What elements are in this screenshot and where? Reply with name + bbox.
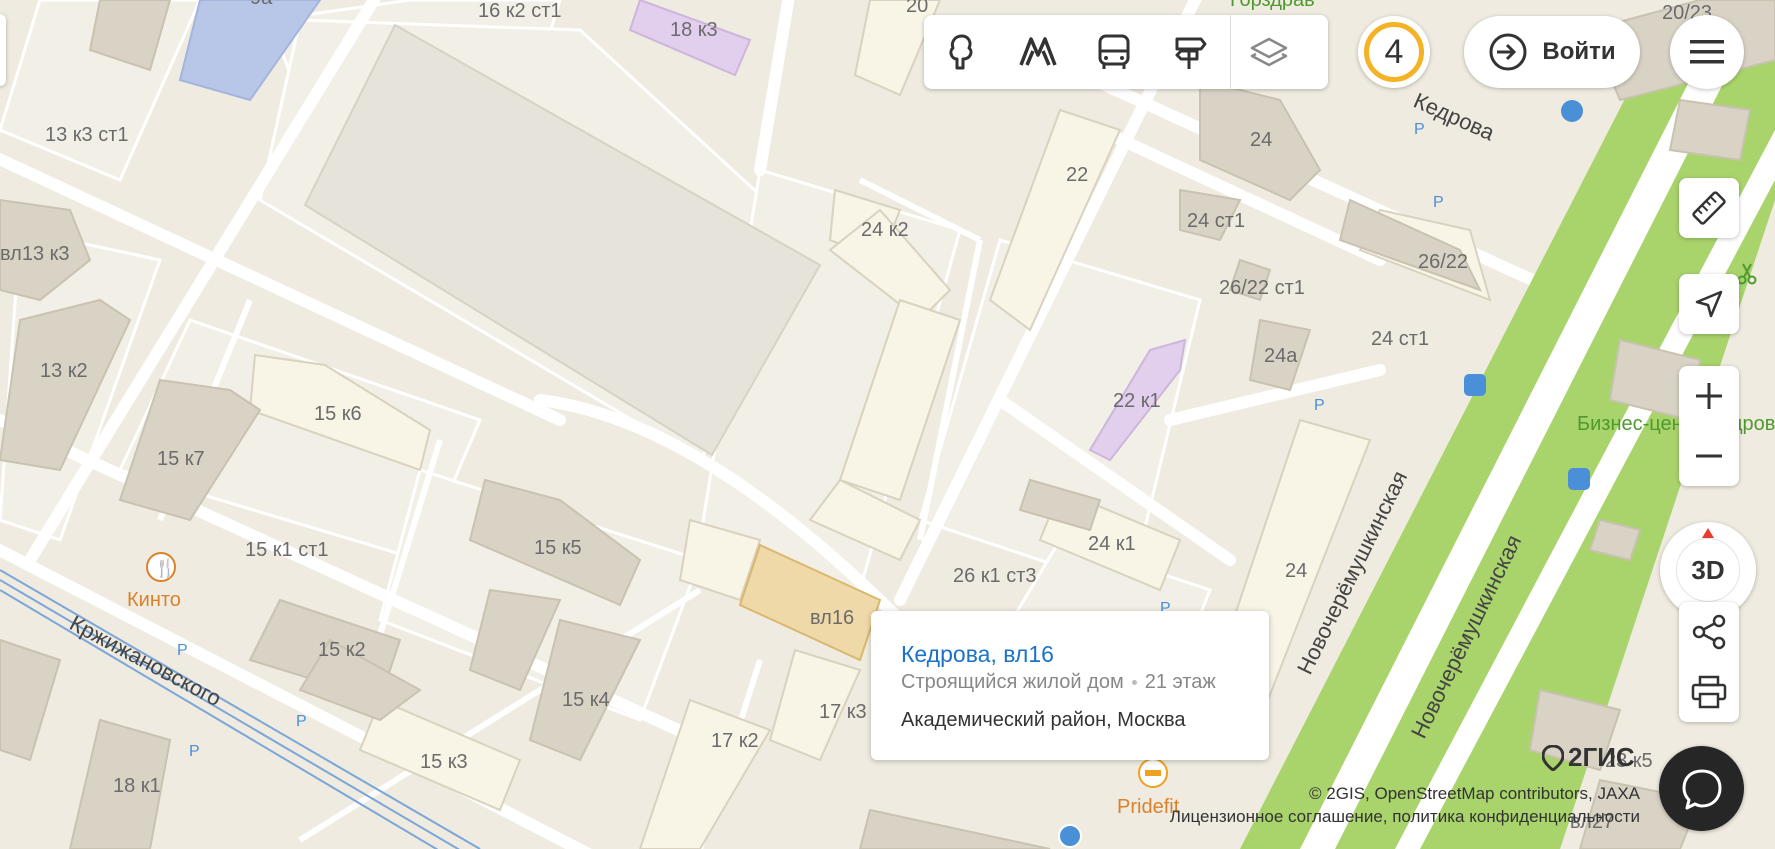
brand-logo: 2ГИС: [1542, 742, 1635, 773]
building-label: 24: [1285, 560, 1307, 582]
map-layers-toolbar: [924, 15, 1328, 89]
metro-icon: [1019, 37, 1057, 66]
building-label: 26/22 ст1: [1219, 277, 1305, 299]
chat-button[interactable]: [1659, 746, 1744, 831]
separator-dot: [1131, 680, 1137, 686]
poi-label: Бизнес-центр Кедров: [1577, 413, 1775, 435]
signpost-layer-button[interactable]: [1152, 15, 1228, 89]
parking-icon: P: [1414, 121, 1425, 138]
building-label: 13 к3 ст1: [45, 124, 129, 146]
ruler-button[interactable]: [1679, 178, 1739, 238]
building-label: 26/22: [1418, 251, 1468, 273]
building-label: вл13 к3: [0, 243, 70, 265]
building-label: вл16: [810, 607, 854, 629]
tree-icon: [949, 34, 973, 70]
3d-label: 3D: [1676, 538, 1740, 602]
notifications-count: 4: [1364, 22, 1424, 82]
share-button[interactable]: [1679, 602, 1739, 662]
login-icon: [1489, 33, 1527, 71]
building-label: 26 к1 ст3: [953, 565, 1037, 587]
signpost-icon: [1175, 37, 1207, 69]
transport-layer-button[interactable]: [1076, 15, 1152, 89]
chat-bubble-icon: [1682, 769, 1721, 809]
menu-button[interactable]: [1670, 15, 1744, 89]
building-label: 24а: [1264, 345, 1298, 367]
print-button[interactable]: [1679, 662, 1739, 722]
metro-layer-button[interactable]: [1000, 15, 1076, 89]
notifications-button[interactable]: 4: [1358, 16, 1430, 88]
parks-layer-button[interactable]: [924, 15, 1000, 89]
hamburger-icon: [1690, 40, 1724, 64]
zoom-control: [1679, 366, 1739, 486]
minus-icon: [1696, 454, 1722, 458]
layers-icon: [1250, 37, 1288, 67]
compass-north-icon: [1702, 528, 1714, 538]
layers-button[interactable]: [1231, 15, 1307, 89]
building-label: 22: [1066, 164, 1088, 186]
navigation-arrow-icon: [1695, 290, 1723, 318]
share-print-group: [1679, 602, 1739, 722]
printer-icon: [1691, 675, 1727, 709]
building-label: 24: [1250, 129, 1272, 151]
parking-icon: P: [296, 713, 307, 730]
copyright-text: © 2GIS, OpenStreetMap contributors, JAXA: [1309, 784, 1640, 803]
building-label: 22 к1: [1113, 390, 1161, 412]
bus-icon: [1098, 34, 1130, 69]
metro-marker: [1058, 824, 1082, 848]
place-title-link[interactable]: Кедрова, вл16: [901, 641, 1054, 668]
attribution: © 2GIS, OpenStreetMap contributors, JAXA…: [1170, 782, 1640, 828]
building-label: 18 к1: [113, 775, 161, 797]
login-button[interactable]: Войти: [1464, 16, 1640, 88]
place-popup: Кедрова, вл16 Строящийся жилой дом 21 эта…: [871, 611, 1269, 760]
poi-label: Кинто: [127, 589, 181, 611]
building-label: 15 к3: [420, 751, 468, 773]
brand-logo-text: 2ГИС: [1568, 742, 1635, 772]
zoom-out-button[interactable]: [1679, 426, 1739, 486]
parking-icon: P: [189, 743, 200, 760]
place-floors: 21 этаж: [1144, 671, 1216, 693]
building-label: 15 к7: [157, 448, 205, 470]
ruler-icon: [1692, 191, 1726, 225]
building-label: 17 к3: [819, 701, 867, 723]
zoom-in-button[interactable]: [1679, 366, 1739, 426]
building-label: 9а: [250, 0, 273, 9]
building-label: 24 к2: [861, 219, 909, 241]
fitness-icon: [1145, 770, 1161, 776]
share-icon: [1692, 614, 1726, 650]
building-label: 13 к2: [40, 360, 88, 382]
building-label: 15 к6: [314, 403, 362, 425]
restaurant-icon: 🍴: [154, 557, 176, 579]
login-label: Войти: [1542, 38, 1616, 65]
building-label: 15 к1 ст1: [245, 539, 329, 561]
building-label: 24 ст1: [1371, 328, 1429, 350]
place-description: Строящийся жилой дом 21 этаж: [901, 671, 1216, 694]
parking-icon: P: [177, 642, 188, 659]
my-location-button[interactable]: [1679, 274, 1739, 334]
building-label: 15 к2: [318, 639, 366, 661]
building-label: 17 к2: [711, 730, 759, 752]
place-type: Строящийся жилой дом: [901, 671, 1124, 693]
side-panel-handle[interactable]: [0, 14, 6, 86]
building-label: 15 к5: [534, 537, 582, 559]
building-label: 16 к2 ст1: [478, 0, 562, 22]
building-label: 24 ст1: [1187, 210, 1245, 232]
pin-logo-icon: [1542, 744, 1564, 771]
building-label: 18 к3: [670, 19, 718, 41]
plus-icon: [1696, 383, 1722, 409]
parking-icon: P: [1433, 194, 1444, 211]
poi-label: Горздрав: [1230, 0, 1315, 11]
building-label: 24 к1: [1088, 533, 1136, 555]
place-address: Академический район, Москва: [901, 709, 1186, 731]
building-label: 15 к4: [562, 689, 610, 711]
license-link[interactable]: Лицензионное соглашение, политика конфид…: [1170, 805, 1640, 828]
parking-icon: P: [1314, 397, 1325, 414]
